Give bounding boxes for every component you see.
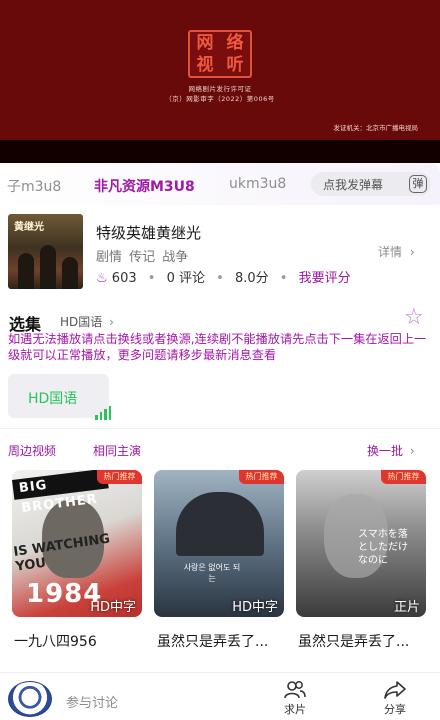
license-issuer: 发证机关：北京市广播电视局 — [333, 124, 419, 132]
seal-char: 视 — [196, 55, 214, 75]
movie-poster[interactable]: 黄继光 — [8, 214, 83, 289]
playing-bars-icon — [95, 406, 111, 420]
poster-text: 사랑은 없어도 되는 — [183, 563, 241, 583]
detail-link[interactable]: 详情 › — [378, 243, 415, 260]
license-number: （京）网影审字（2022）第006号 — [165, 95, 275, 103]
danmu-toggle-icon[interactable]: 弹 — [409, 175, 427, 193]
movie-tags: 剧情 传记 战争 — [96, 250, 189, 265]
source-tab[interactable]: 子m3u8 — [7, 176, 61, 196]
heat-count: 603 — [111, 271, 137, 286]
license-title: 网络剧片发行许可证 — [188, 85, 252, 93]
nav-label: 求片 — [284, 703, 306, 716]
poster-text: BIG BROTHER — [12, 470, 109, 516]
player-bottom-bar — [0, 140, 440, 163]
score: 8.0分 — [234, 271, 269, 286]
poster-figure — [18, 253, 34, 289]
hot-badge: 热门推荐 — [97, 470, 142, 484]
danmu-label: 点我发弹幕 — [323, 178, 384, 192]
video-card[interactable]: スマホを落としただけなのに 热门推荐 正片 — [296, 470, 426, 617]
favorite-star-icon[interactable]: ☆ — [404, 307, 424, 329]
nav-request-movie[interactable]: 求片 — [270, 680, 320, 717]
tab-same-cast[interactable]: 相同主演 — [93, 442, 141, 459]
poster-figure — [62, 257, 78, 289]
quality-label: HD中字 — [90, 600, 136, 615]
rate-button[interactable]: 我要评分 — [299, 271, 351, 286]
hot-badge: 热门推荐 — [239, 470, 284, 484]
refresh-button[interactable]: 换一批 › — [367, 442, 415, 459]
poster-text: スマホを落としただけなのに — [358, 529, 408, 566]
poster-art — [176, 492, 264, 556]
nav-share[interactable]: 分享 — [370, 680, 420, 717]
separator-dot: • — [279, 271, 288, 286]
poster-figure — [40, 245, 56, 289]
people-icon — [284, 681, 306, 699]
license-seal: 网 络 视 听 — [188, 30, 252, 78]
source-tab-active[interactable]: 非凡资源M3U8 — [94, 176, 195, 196]
avatar[interactable] — [8, 681, 52, 717]
video-card-title[interactable]: 一九八四956 — [14, 631, 144, 651]
chevron-right-icon: › — [409, 444, 415, 458]
chevron-right-icon: › — [409, 245, 415, 259]
playback-notice: 如遇无法播放请点击换线或者换源,连续剧不能播放请先点击下一集在返回上一级就可以正… — [8, 332, 427, 362]
separator-dot: • — [147, 271, 156, 286]
episode-label: HD国语 — [28, 391, 78, 407]
quality-label: 正片 — [393, 600, 420, 615]
seal-char: 络 — [226, 33, 244, 53]
source-tab[interactable]: ukm3u8 — [229, 176, 286, 192]
nav-label: 分享 — [384, 703, 406, 716]
video-card[interactable]: 사랑은 없어도 되는 热门推荐 HD中字 — [154, 470, 284, 617]
episode-source-name: HD国语 — [60, 315, 103, 329]
hot-badge: 热门推荐 — [381, 470, 426, 484]
poster-title: 黄继光 — [14, 222, 44, 233]
discuss-input[interactable]: 参与讨论 — [66, 692, 118, 711]
refresh-label: 换一批 — [367, 444, 404, 458]
section-divider — [0, 428, 440, 429]
video-player[interactable]: 网 络 视 听 网络剧片发行许可证 （京）网影审字（2022）第006号 发证机… — [0, 0, 440, 163]
video-card-title[interactable]: 虽然只是弄丢了... — [298, 631, 428, 651]
danmu-button[interactable]: 点我发弹幕 弹 — [311, 172, 431, 196]
seal-char: 网 — [196, 33, 214, 53]
movie-stats: ♨ 603 • 0 评论 • 8.0分 • 我要评分 — [96, 267, 351, 286]
separator-dot: • — [216, 271, 224, 286]
flame-icon: ♨ — [96, 271, 108, 286]
episode-item[interactable]: HD国语 — [8, 374, 111, 420]
detail-label: 详情 — [378, 245, 403, 259]
video-card[interactable]: BIG BROTHER IS WATCHING YOU 1984 热门推荐 HD… — [12, 470, 142, 617]
quality-label: HD中字 — [232, 600, 278, 615]
video-card-title[interactable]: 虽然只是弄丢了... — [157, 631, 287, 651]
episode-source-selector[interactable]: HD国语 › — [60, 313, 114, 330]
movie-title: 特级英雄黄继光 — [96, 224, 202, 242]
tab-related-videos[interactable]: 周边视频 — [8, 442, 56, 459]
comment-count[interactable]: 0 评论 — [167, 271, 205, 286]
seal-char: 听 — [226, 55, 244, 75]
chevron-right-icon: › — [109, 315, 114, 329]
share-icon — [384, 681, 406, 699]
